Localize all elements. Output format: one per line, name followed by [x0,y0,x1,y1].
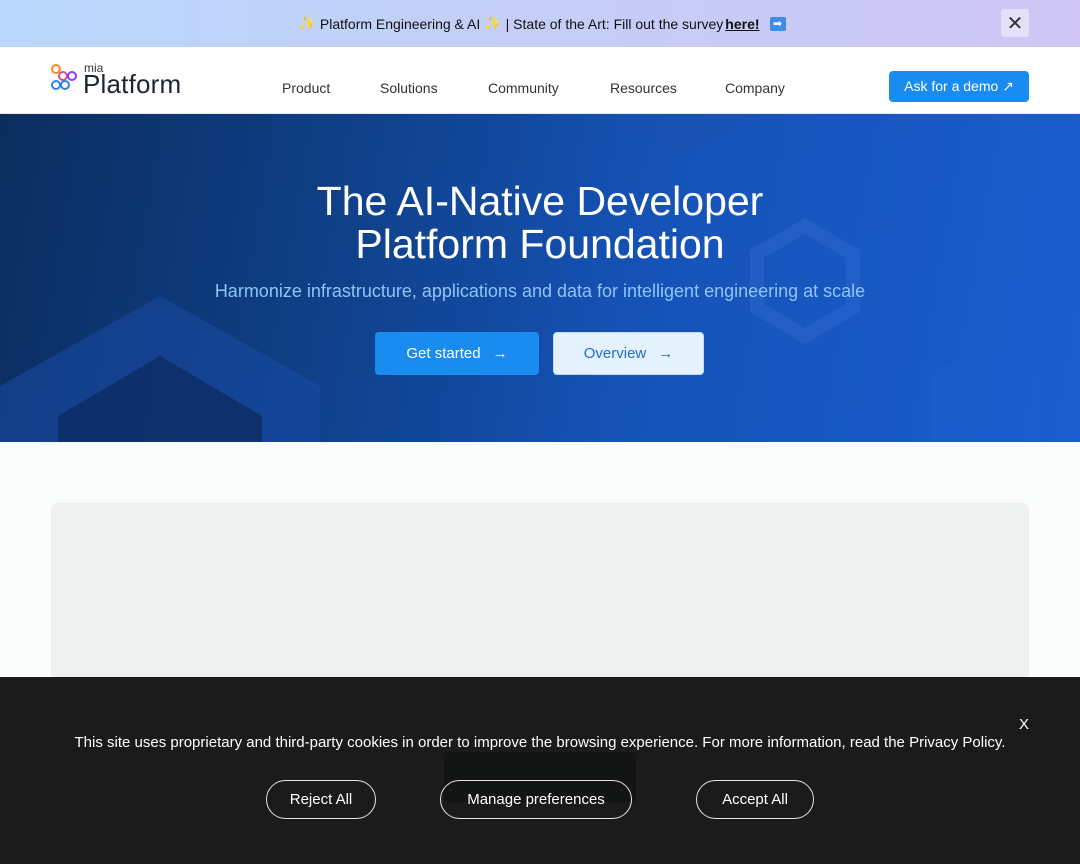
sparkle-icon: ✨ [484,15,502,31]
close-icon: ✕ [1006,12,1024,35]
announcement-text: Platform Engineering & AI [319,15,481,32]
nav-resources[interactable]: Resources [610,80,677,96]
cookie-message: This site uses proprietary and third-par… [74,734,1006,751]
hero-subtitle: Harmonize infrastructure, applications a… [214,281,866,301]
announcement-survey-text: | State of the Art: Fill out the survey [505,15,724,32]
cookie-banner: X This site uses proprietary and third-p… [0,677,1080,864]
manage-preferences-button[interactable]: Manage preferences [440,780,632,819]
nav-company[interactable]: Company [725,80,785,96]
site-header: mia Platform Product Solutions Community… [0,47,1080,114]
announcement-bar: ✨ Platform Engineering & AI ✨ | State of… [0,0,1080,47]
logo-mark-icon [51,64,77,90]
get-started-label: Get started [406,345,481,362]
overview-button[interactable]: Overview → [553,332,704,375]
close-announcement-button[interactable]: ✕ [1001,9,1029,37]
cookie-close-button[interactable]: X [1019,716,1029,733]
arrow-right-icon: ➡ [769,16,786,31]
logo[interactable]: mia Platform [50,61,200,101]
hero-title-line1: The AI-Native Developer [316,178,764,224]
reject-all-button[interactable]: Reject All [266,780,376,819]
hero-title-line2: Platform Foundation [355,221,725,267]
nav-solutions[interactable]: Solutions [380,80,438,96]
content-placeholder [51,503,1029,703]
arrow-right-icon: → [658,345,674,362]
hero-hexagon-decoration [0,114,1040,442]
hero-title: The AI-Native Developer Platform Foundat… [0,180,1080,266]
nav-community[interactable]: Community [488,80,559,96]
logo-text: Platform [83,69,182,99]
sparkle-icon: ✨ [298,15,316,31]
survey-link[interactable]: here! [725,16,759,32]
arrow-right-icon: → [492,345,508,362]
accept-all-button[interactable]: Accept All [696,780,814,819]
get-started-button[interactable]: Get started → [375,332,539,375]
hero-section: The AI-Native Developer Platform Foundat… [0,114,1080,442]
overview-label: Overview [583,345,647,362]
nav-product[interactable]: Product [282,80,330,96]
ask-for-demo-button[interactable]: Ask for a demo ↗ [889,71,1029,102]
